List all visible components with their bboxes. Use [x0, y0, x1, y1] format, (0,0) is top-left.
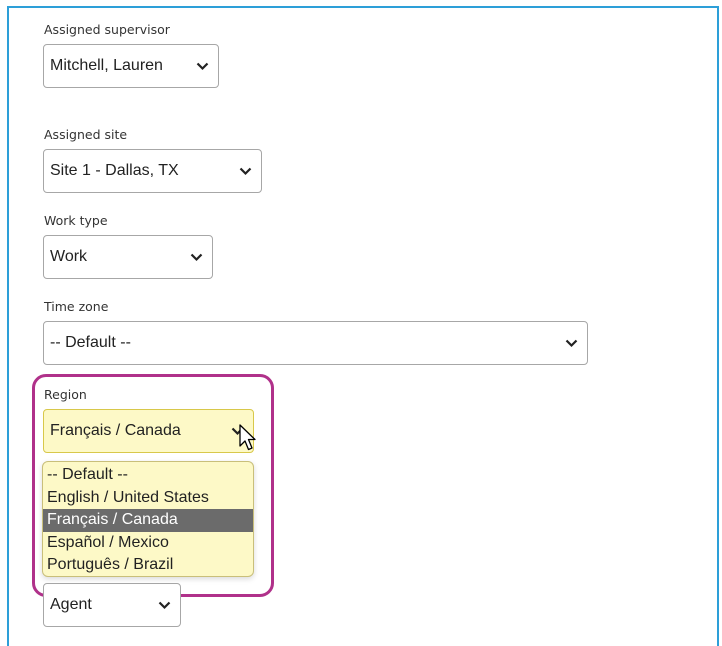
chevron-down-icon	[196, 62, 209, 71]
time-zone-label: Time zone	[44, 299, 109, 314]
region-option[interactable]: -- Default --	[43, 464, 253, 487]
region-option[interactable]: Português / Brazil	[43, 554, 253, 577]
chevron-down-icon	[239, 167, 252, 176]
region-select[interactable]: Français / Canada	[43, 409, 254, 453]
site-label: Assigned site	[44, 127, 128, 142]
supervisor-value: Mitchell, Lauren	[50, 57, 163, 74]
region-option-selected[interactable]: Français / Canada	[43, 509, 253, 532]
chevron-down-icon	[565, 339, 578, 348]
mouse-pointer-icon	[239, 424, 256, 451]
supervisor-select[interactable]: Mitchell, Lauren	[43, 44, 219, 88]
work-type-value: Work	[50, 248, 88, 265]
region-value: Français / Canada	[50, 422, 181, 439]
site-value: Site 1 - Dallas, TX	[50, 162, 179, 179]
region-label: Region	[44, 387, 87, 402]
time-zone-value: -- Default --	[50, 334, 131, 351]
role-value: Agent	[50, 596, 92, 613]
site-select[interactable]: Site 1 - Dallas, TX	[43, 149, 262, 193]
chevron-down-icon	[190, 253, 203, 262]
role-select[interactable]: Agent	[43, 583, 181, 627]
work-type-select[interactable]: Work	[43, 235, 213, 279]
region-dropdown-list: -- Default -- English / United States Fr…	[42, 461, 254, 577]
region-option[interactable]: Español / Mexico	[43, 532, 253, 555]
supervisor-label: Assigned supervisor	[44, 22, 170, 37]
work-type-label: Work type	[44, 213, 108, 228]
time-zone-select[interactable]: -- Default --	[43, 321, 588, 365]
region-option[interactable]: English / United States	[43, 487, 253, 510]
chevron-down-icon	[158, 601, 171, 610]
